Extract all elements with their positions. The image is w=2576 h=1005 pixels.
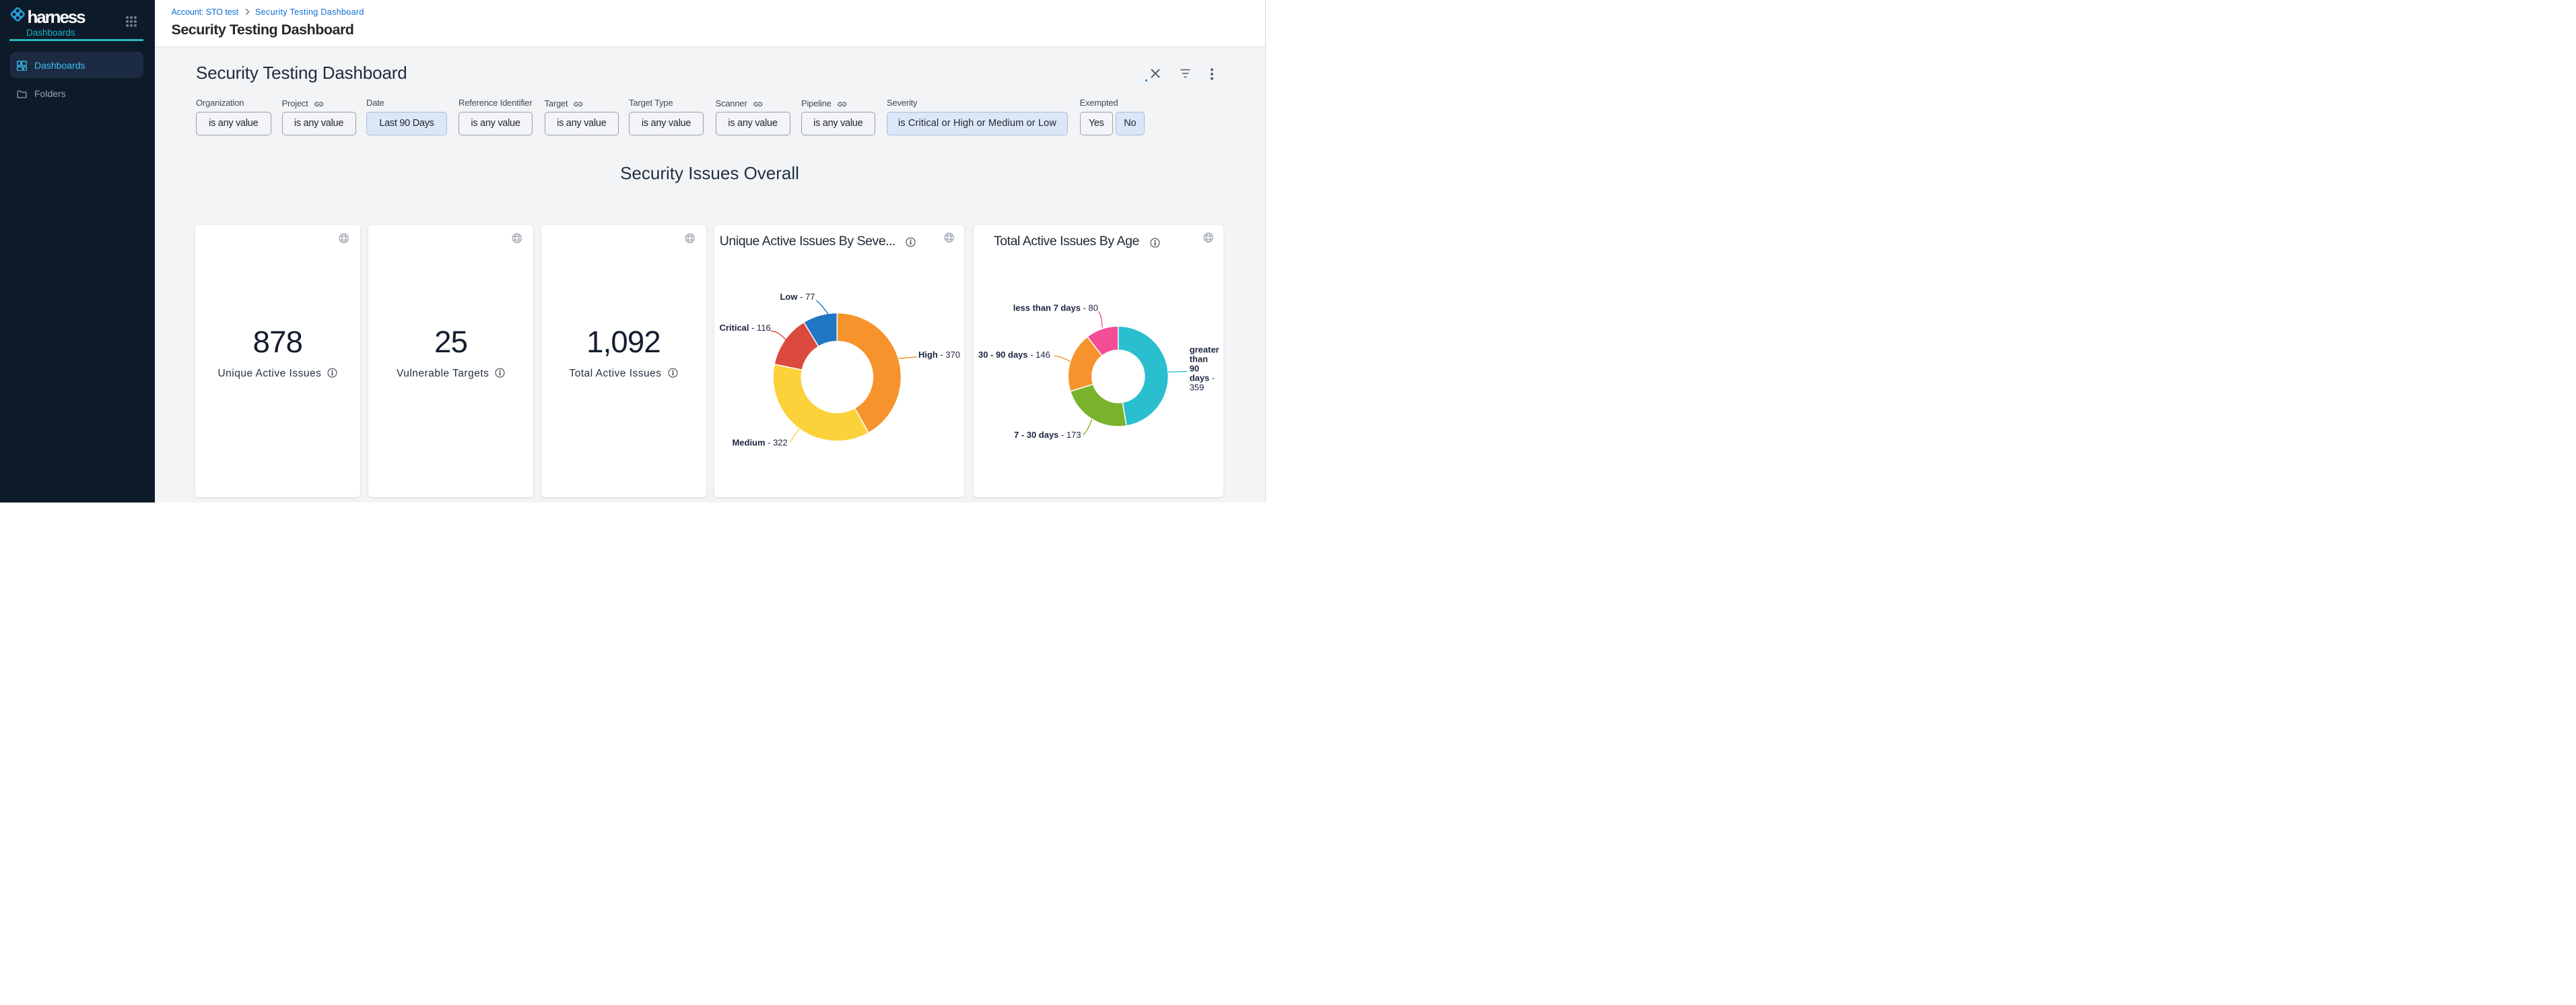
svg-text:than: than — [1189, 354, 1207, 364]
svg-text:less than 7 days - 80: less than 7 days - 80 — [1013, 302, 1097, 313]
svg-text:Critical - 116: Critical - 116 — [719, 323, 770, 333]
svg-text:High - 370: High - 370 — [918, 349, 959, 359]
svg-text:days -: days - — [1189, 372, 1215, 383]
svg-text:359: 359 — [1189, 382, 1204, 392]
svg-text:90: 90 — [1189, 363, 1198, 373]
svg-text:Medium - 322: Medium - 322 — [732, 437, 787, 447]
svg-text:7 - 30 days - 173: 7 - 30 days - 173 — [1014, 430, 1081, 440]
svg-text:30 - 90 days - 146: 30 - 90 days - 146 — [978, 349, 1050, 359]
svg-text:greater: greater — [1189, 344, 1219, 354]
svg-text:Low - 77: Low - 77 — [780, 291, 815, 301]
